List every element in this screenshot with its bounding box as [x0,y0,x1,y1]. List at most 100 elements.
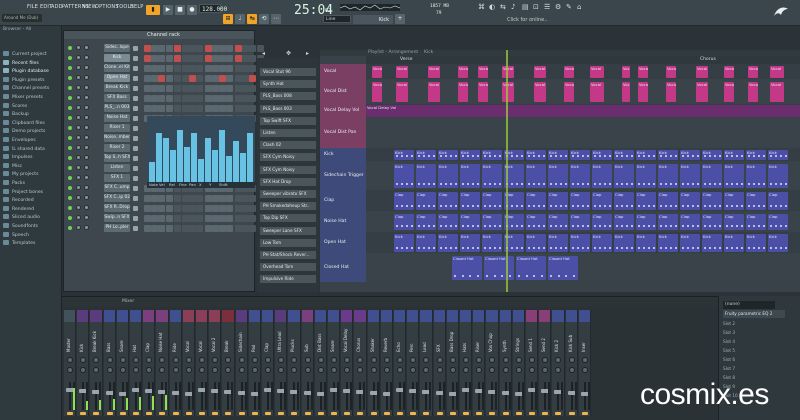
step-button[interactable] [188,94,196,102]
pan-knob[interactable] [159,357,166,363]
step-button[interactable] [144,214,151,222]
channel-select[interactable] [133,65,138,71]
channel-row[interactable]: SFX Bass [64,93,264,103]
pattern-clip[interactable]: Clap [570,214,590,230]
audio-clip[interactable]: Vocal [748,66,758,78]
step-button[interactable] [226,104,234,112]
audio-clip[interactable]: Vocal [770,82,784,102]
browser-item[interactable]: Packs [3,180,61,188]
send-indicator[interactable] [119,412,126,415]
channel-row[interactable]: Clone..el Kit [64,63,264,73]
effect-slot[interactable]: Slot 6 [723,356,785,364]
step-button[interactable] [188,214,196,222]
step-button[interactable] [204,224,212,232]
pattern-mode-button[interactable]: ▮ [146,5,160,15]
browser-item[interactable]: Demo projects [3,128,61,136]
browser-item[interactable]: Plugin presets [3,76,61,85]
audio-clip[interactable]: Vocal [372,82,382,102]
pattern-clip[interactable]: Clap [768,214,788,230]
step-button[interactable] [242,194,250,202]
timeline-ruler[interactable]: Verse Chorus [366,56,800,64]
channel-name-button[interactable]: SFX 1 [104,174,130,182]
mute-led[interactable] [68,206,72,210]
pattern-clip[interactable]: Closed Hat [516,256,546,280]
step-button[interactable] [249,104,257,112]
pan-knob[interactable] [76,115,81,120]
stereo-knob[interactable] [410,367,417,373]
pan-knob[interactable] [542,357,549,363]
step-button[interactable] [181,44,189,52]
news-hint[interactable]: Click for online.. [507,17,547,23]
stereo-knob[interactable] [106,367,113,373]
mute-led[interactable] [68,196,72,200]
audio-clip[interactable]: Vocal [428,66,440,78]
step-button[interactable] [249,54,257,62]
pattern-clip[interactable]: Kick [746,164,766,188]
step-button[interactable] [249,64,257,72]
step-button[interactable] [234,94,242,102]
strip-header[interactable] [301,310,313,322]
velocity-bar[interactable] [177,130,183,182]
step-button[interactable] [165,54,173,62]
metronome-button[interactable]: ♩ [235,14,245,24]
step-button[interactable] [242,224,250,232]
strip-header[interactable] [182,310,195,322]
browser-item[interactable]: Envelopes [3,137,61,145]
step-button[interactable] [181,194,189,202]
mute-led[interactable] [68,66,72,70]
volume-knob[interactable] [84,195,89,200]
picker-item[interactable]: PLS_Bass 008 [260,92,316,101]
wait-button[interactable]: ⋯ [271,14,281,24]
pan-knob[interactable] [265,357,271,363]
channel-name-button[interactable]: Sidec..lope [104,44,130,52]
mute-led[interactable] [68,56,72,60]
pattern-clip[interactable]: Clap [636,214,656,230]
step-button[interactable] [151,204,159,212]
picker-item[interactable]: SFX Hat Drop [260,177,316,186]
step-button[interactable] [219,194,226,202]
mixer-strip[interactable]: Strings [512,310,526,416]
countdown-button[interactable]: ↹ [247,14,257,24]
velocity-bar[interactable] [163,138,169,182]
picker-item[interactable]: SFX Cym Noisy [260,153,316,162]
step-button[interactable] [158,204,166,212]
strip-header[interactable] [169,310,181,322]
step-button[interactable] [242,84,250,92]
audio-clip[interactable]: Vocal [622,82,630,102]
mute-led[interactable] [68,86,72,90]
inspector-name[interactable]: (none) [723,301,775,309]
mixer-strip[interactable]: Riser [473,310,486,416]
step-button[interactable] [249,74,257,82]
step-button[interactable] [204,44,212,52]
mixer-strip[interactable]: Ride [169,310,182,416]
step-button[interactable] [204,54,212,62]
step-button[interactable] [188,204,196,212]
velocity-bar[interactable] [156,133,162,182]
audio-clip[interactable]: Vocal [502,66,514,78]
step-button[interactable] [181,214,189,222]
pan-knob[interactable] [555,357,562,363]
step-button[interactable] [234,44,242,52]
pan-knob[interactable] [76,195,81,200]
send-indicator[interactable] [410,412,417,415]
step-button[interactable] [151,104,159,112]
audio-clip[interactable]: Vocal [478,82,488,102]
browser-item[interactable]: Impulses [3,154,61,162]
send-indicator[interactable] [278,412,285,415]
step-button[interactable] [195,104,203,112]
strip-header[interactable] [512,310,525,322]
pan-knob[interactable] [489,357,496,363]
browser-item[interactable]: Scores [3,102,61,111]
browser-item[interactable]: My projects [3,171,61,179]
step-button[interactable] [174,104,182,112]
step-button[interactable] [219,84,226,92]
stereo-knob[interactable] [238,367,245,373]
volume-knob[interactable] [84,65,89,70]
pattern-clip[interactable]: Kick [460,150,480,160]
stereo-knob[interactable] [449,367,456,373]
mixer-strip[interactable]: Sub [301,310,314,416]
step-button[interactable] [181,104,189,112]
track-header[interactable]: Sidechain Trigger [320,162,366,190]
velocity-bar[interactable] [149,162,155,182]
step-button[interactable] [226,194,234,202]
